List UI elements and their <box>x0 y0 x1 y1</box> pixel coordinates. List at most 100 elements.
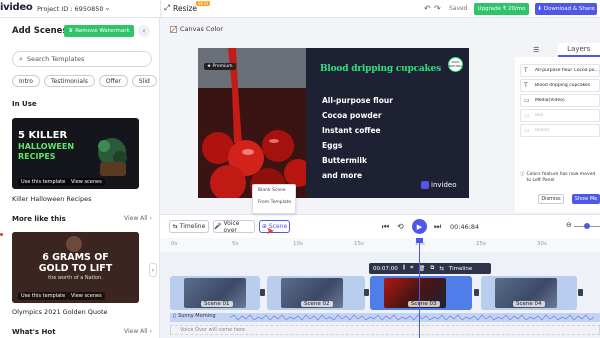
layer-item[interactable]: T Blood dripping cupcakes <box>520 79 600 92</box>
chip-slides[interactable]: Slid <box>131 75 157 87</box>
duplicate-icon[interactable]: ⧉ <box>430 265 434 272</box>
ruler-tick: 30s <box>537 241 547 247</box>
timeline-button[interactable]: ⇆ Timeline <box>169 220 209 233</box>
canvas-color-label: Canvas Color <box>180 25 223 33</box>
menu-item-blank-scene[interactable]: Blank Scene <box>253 185 295 197</box>
skip-back-icon[interactable]: ⏮ <box>382 222 389 232</box>
video-canvas[interactable]: ★ Premium Blood dripping cupcakes 100% N… <box>198 48 469 198</box>
split-icon[interactable]: ⫼ <box>403 265 406 272</box>
remove-watermark-label: Remove Watermark <box>75 28 130 34</box>
media-icon: ▭ <box>524 97 530 104</box>
tab-layers[interactable]: Layers <box>557 43 600 57</box>
view-scenes-button[interactable]: View scenes <box>68 292 105 300</box>
clip-duration[interactable]: 00:07:00 <box>373 266 398 272</box>
beta-badge: BETA <box>196 1 211 6</box>
video-title[interactable]: Blood dripping cupcakes <box>320 64 441 74</box>
canvas-color-button[interactable]: Canvas Color <box>170 25 223 33</box>
ingredient-item: Instant coffee <box>322 126 381 135</box>
search-templates[interactable]: ⌕ <box>12 51 152 67</box>
view-all-link[interactable]: View All › <box>124 328 152 335</box>
voice-over-button[interactable]: 🎤 Voice over <box>213 220 255 234</box>
add-scene-menu: Blank Scene From Template <box>252 184 296 214</box>
show-me-button[interactable]: Show Me <box>572 194 600 204</box>
template-title: Killer Halloween Recipes <box>12 195 92 203</box>
cupcake-image <box>198 48 306 198</box>
download-label: Download & Share <box>543 6 595 12</box>
transition-icon[interactable] <box>474 289 479 296</box>
collapse-panel-icon[interactable]: ‹ <box>138 25 150 37</box>
transition-icon[interactable] <box>364 289 369 296</box>
use-template-button[interactable]: Use this template <box>18 292 69 300</box>
upgrade-button[interactable]: Upgrade ₹ 20/mo <box>474 3 529 15</box>
transition-icon[interactable] <box>260 289 265 296</box>
carousel-next-icon[interactable]: › <box>149 263 157 277</box>
app-logo[interactable]: ivideo <box>0 2 33 13</box>
category-chips: Intro Testimonials Offer Slid <box>12 75 157 87</box>
tab-properties[interactable]: ☰ <box>515 43 558 57</box>
layer-item[interactable]: ▭ Media(Video) <box>520 94 600 107</box>
resize-label: Resize <box>173 3 198 13</box>
color-swatch-icon <box>170 25 177 33</box>
layer-item[interactable]: ▭ Box <box>520 109 600 122</box>
info-icon: ⓘ <box>520 172 525 177</box>
undo-icon[interactable]: ↶ <box>424 4 431 13</box>
layer-label: Media(Video) <box>535 98 565 103</box>
thumb-line-2: HALLOWEEN <box>18 142 75 151</box>
view-scenes-button[interactable]: View scenes <box>68 178 105 186</box>
layer-item[interactable]: T All-purpose flour Cocoa po... <box>520 64 600 77</box>
layer-item[interactable]: ▭ Blocks <box>520 124 600 137</box>
sliders-icon: ☰ <box>533 46 540 54</box>
view-all-link[interactable]: View All › <box>124 215 152 222</box>
redo-icon[interactable]: ↷ <box>434 4 441 13</box>
resize-icon: ⤢ <box>164 3 170 12</box>
text-icon: T <box>524 82 528 89</box>
natural-badge: 100% NATURAL <box>448 57 463 72</box>
chip-testimonials[interactable]: Testimonials <box>43 75 95 87</box>
zoom-slider-handle[interactable] <box>584 223 590 229</box>
thumb-line-3: the worth of a Nation. <box>48 275 103 281</box>
tab-layers-label: Layers <box>567 45 591 53</box>
search-input[interactable] <box>26 55 137 63</box>
zoom-out-icon[interactable]: ⊖ <box>566 221 572 229</box>
chip-intro[interactable]: Intro <box>12 75 40 87</box>
playhead-line[interactable] <box>419 240 420 338</box>
resize-button[interactable]: ⤢ Resize <box>164 3 197 13</box>
top-bar: ivideo Project ID : 6950850 ⌄ ⤢ Resize B… <box>0 0 600 18</box>
shape-icon: ▭ <box>524 127 530 134</box>
chip-offer[interactable]: Offer <box>98 75 128 87</box>
feature-note-text: Colors feature has now moved to Left Pan… <box>526 172 596 183</box>
audio-track-label: ♫ Sunny Morning <box>172 313 216 319</box>
ingredient-list[interactable]: All-purpose flour Cocoa powder Instant c… <box>322 93 393 183</box>
ingredient-item: All-purpose flour <box>322 96 393 105</box>
dismiss-button[interactable]: Dismiss <box>538 194 564 204</box>
more-like-this-heading: More like this <box>12 215 66 223</box>
skip-forward-icon[interactable]: ⏭ <box>434 222 441 232</box>
audio-track[interactable] <box>170 313 600 322</box>
clip-timeline-label[interactable]: Timeline <box>449 266 472 272</box>
template-thumbnail-olympics[interactable]: 6 GRAMS OF GOLD TO LIFT the worth of a N… <box>12 232 139 303</box>
divider <box>160 0 161 18</box>
add-scene-button[interactable]: ⊕ Scene <box>259 220 290 233</box>
right-panel-tabs: ☰ Layers <box>515 43 600 57</box>
loop-icon[interactable]: ⟲ <box>397 222 404 231</box>
crop-icon[interactable]: ⌗ <box>410 265 413 272</box>
ingredient-item: Eggs <box>322 141 343 150</box>
brand-watermark: invideo <box>421 181 457 189</box>
layer-label: Blocks <box>535 128 550 133</box>
saved-status: Saved <box>449 5 468 12</box>
timeline-ruler[interactable] <box>160 238 600 252</box>
chevron-down-icon[interactable]: ⌄ <box>104 3 111 12</box>
in-use-heading: In Use <box>12 100 37 108</box>
menu-item-from-template[interactable]: From Template <box>253 197 295 209</box>
brand-logo-icon <box>421 181 429 189</box>
download-share-button[interactable]: ⬇ Download & Share <box>535 3 597 15</box>
transition-icon[interactable] <box>578 289 583 296</box>
use-template-button[interactable]: Use this template <box>18 178 69 186</box>
remove-watermark-button[interactable]: ♛ Remove Watermark <box>64 25 134 37</box>
template-thumbnail-halloween[interactable]: 5 KILLER HALLOWEEN RECIPES Use this temp… <box>12 118 139 189</box>
ruler-tick: 0s <box>171 241 178 247</box>
thumb-line-1: 5 KILLER <box>18 130 68 141</box>
timeline-icon[interactable]: ⇆ <box>439 266 444 272</box>
play-button[interactable]: ▶ <box>412 219 427 234</box>
thumb-line-3: RECIPES <box>18 152 56 161</box>
